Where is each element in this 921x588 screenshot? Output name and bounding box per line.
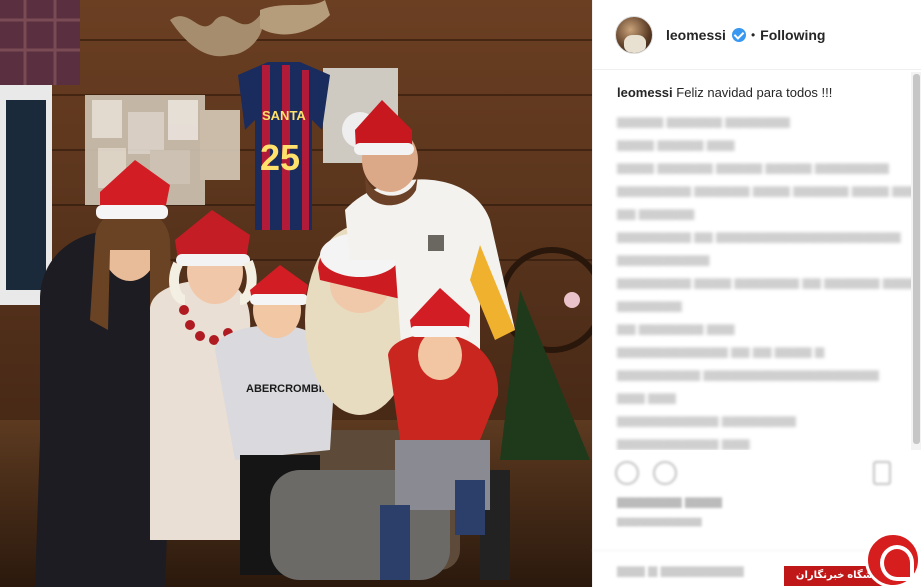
- comment-line: ▆▆ ▆▆▆▆▆▆: [617, 206, 695, 220]
- jersey-name: SANTA: [262, 108, 306, 123]
- like-heart-icon[interactable]: [615, 461, 639, 485]
- post-timestamp: ▆▆▆▆▆▆▆▆▆▆▆: [617, 516, 702, 527]
- post-sidebar: leomessi • Following leomessi Feliz navi…: [592, 0, 921, 587]
- instagram-post-window: SANTA 25 ABERCROMBIE leomessi • Followin…: [0, 0, 921, 588]
- comments-scrollbar[interactable]: [911, 72, 921, 450]
- comments-list[interactable]: leomessi Feliz navidad para todos !!! ▆▆…: [593, 72, 911, 450]
- comment-line: ▆▆▆▆▆▆▆▆ ▆▆▆▆ ▆▆▆▆▆▆▆ ▆▆ ▆▆▆▆▆▆ ▆▆▆▆▆: [617, 275, 911, 289]
- caption-text: Feliz navidad para todos !!!: [676, 85, 833, 100]
- header-username[interactable]: leomessi: [666, 27, 726, 43]
- comment-line: ▆▆▆▆▆▆▆▆▆▆: [617, 252, 710, 266]
- news-agency-watermark: باشگاه خبرنگاران: [784, 532, 921, 588]
- action-bar: [615, 458, 905, 488]
- comment-line: ▆▆▆▆▆▆▆▆▆▆▆ ▆▆▆▆▆▆▆▆: [617, 413, 796, 427]
- watermark-logo-icon: [865, 532, 921, 588]
- scrollbar-thumb[interactable]: [913, 74, 920, 444]
- header-separator: •: [750, 27, 756, 42]
- shirt-text: ABERCROMBIE: [246, 383, 329, 395]
- bookmark-icon[interactable]: [873, 461, 891, 485]
- comment-bubble-icon[interactable]: [653, 461, 677, 485]
- post-header: leomessi • Following: [593, 0, 921, 70]
- following-button[interactable]: Following: [760, 27, 825, 43]
- comment-line: ▆▆▆ ▆▆▆: [617, 390, 676, 404]
- caption-username[interactable]: leomessi: [617, 85, 673, 100]
- avatar[interactable]: [615, 15, 653, 54]
- comment-line: ▆▆▆▆▆ ▆▆▆▆▆▆ ▆▆▆▆▆▆▆: [617, 114, 790, 128]
- comment-line: ▆▆▆▆▆▆▆▆ ▆▆ ▆▆▆▆▆▆▆▆▆▆▆▆▆▆▆▆▆▆▆▆: [617, 229, 901, 243]
- comment-line: ▆▆ ▆▆▆▆▆▆▆ ▆▆▆: [617, 321, 735, 335]
- caption: leomessi Feliz navidad para todos !!!: [617, 84, 911, 102]
- comment-line: ▆▆▆▆▆▆▆: [617, 298, 682, 312]
- comment-line: ▆▆▆▆▆▆▆▆▆▆▆▆ ▆▆ ▆▆ ▆▆▆▆ ▆: [617, 344, 825, 358]
- comment-line: ▆▆▆▆ ▆▆▆▆▆ ▆▆▆: [617, 137, 735, 151]
- jersey-number: 25: [260, 137, 300, 178]
- comment-line: ▆▆▆▆ ▆▆▆▆▆▆ ▆▆▆▆▆ ▆▆▆▆▆ ▆▆▆▆▆▆▆▆: [617, 160, 889, 174]
- verified-badge-icon: [731, 27, 746, 42]
- likes-count: ▆▆▆▆▆▆▆ ▆▆▆▆: [617, 494, 722, 508]
- comment-line: ▆▆▆▆▆▆▆▆ ▆▆▆▆▆▆ ▆▆▆▆ ▆▆▆▆▆▆ ▆▆▆▆ ▆▆▆: [617, 183, 911, 197]
- comment-line: ▆▆▆▆▆▆▆▆▆▆▆ ▆▆▆: [617, 436, 750, 450]
- post-photo[interactable]: SANTA 25 ABERCROMBIE: [0, 0, 592, 587]
- family-christmas-photo: SANTA 25 ABERCROMBIE: [0, 0, 592, 587]
- comment-line: ▆▆▆▆▆▆▆▆▆ ▆▆▆▆▆▆▆▆▆▆▆▆▆▆▆▆▆▆▆: [617, 367, 879, 381]
